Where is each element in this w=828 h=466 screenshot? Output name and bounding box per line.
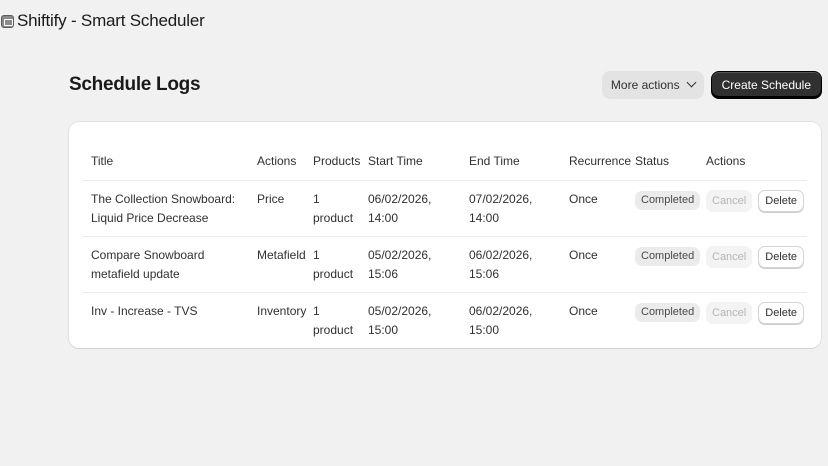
table-row: Compare Snowboard metafield update Metaf… — [82, 237, 807, 293]
header-end-time: End Time — [469, 153, 520, 168]
row-end-time: 06/02/2026, 15:00 — [469, 304, 533, 337]
row-actions: Cancel Delete — [697, 181, 807, 236]
row-title: Compare Snowboard metafield update — [91, 248, 205, 281]
row-actions: Cancel Delete — [697, 237, 807, 292]
delete-button[interactable]: Delete — [758, 246, 805, 268]
row-title: The Collection Snowboard: Liquid Price D… — [91, 192, 236, 225]
more-actions-label: More actions — [610, 77, 680, 92]
header-actions: More actions Create Schedule — [601, 70, 822, 99]
page-title: Schedule Logs — [69, 73, 201, 95]
delete-button[interactable]: Delete — [758, 302, 805, 324]
more-actions-button[interactable]: More actions — [601, 70, 704, 99]
status-badge: Completed — [635, 303, 701, 322]
row-end-time: 07/02/2026, 14:00 — [469, 192, 533, 225]
header-actions-type: Actions — [257, 153, 297, 168]
row-recurrence: Once — [569, 304, 598, 318]
table-row: The Collection Snowboard: Liquid Price D… — [82, 181, 807, 237]
cancel-button: Cancel — [706, 302, 753, 324]
chevron-down-icon — [686, 77, 697, 88]
row-status: Completed — [626, 181, 701, 236]
app-header: Shiftify - Smart Scheduler — [0, 8, 205, 34]
app-title: Shiftify - Smart Scheduler — [17, 11, 205, 30]
table-header-row: Title Actions Products Start Time End Ti… — [82, 142, 807, 181]
row-products: 1 product — [313, 248, 354, 281]
row-recurrence: Once — [569, 248, 598, 262]
row-products: 1 product — [313, 304, 354, 337]
row-actions: Cancel Delete — [697, 293, 807, 348]
header-products: Products — [313, 153, 361, 168]
schedule-logs-table: Title Actions Products Start Time End Ti… — [82, 142, 807, 348]
row-title: Inv - Increase - TVS — [91, 304, 198, 318]
header-row-actions: Actions — [706, 153, 746, 168]
row-action-type: Metafield — [257, 248, 306, 262]
header-title: Title — [91, 153, 114, 168]
schedule-logs-card: Title Actions Products Start Time End Ti… — [69, 122, 821, 348]
cancel-button: Cancel — [706, 190, 753, 212]
table-row: Inv - Increase - TVS Inventory 1 product… — [82, 293, 807, 348]
header-recurrence: Recurrence — [569, 153, 632, 168]
delete-button[interactable]: Delete — [758, 190, 805, 212]
row-status: Completed — [626, 293, 701, 348]
row-start-time: 05/02/2026, 15:00 — [368, 304, 432, 337]
row-start-time: 05/02/2026, 15:06 — [368, 248, 432, 281]
status-badge: Completed — [635, 247, 701, 266]
create-schedule-button[interactable]: Create Schedule — [710, 70, 822, 99]
row-action-type: Price — [257, 192, 285, 206]
row-start-time: 06/02/2026, 14:00 — [368, 192, 432, 225]
status-badge: Completed — [635, 191, 701, 210]
row-products: 1 product — [313, 192, 354, 225]
row-end-time: 06/02/2026, 15:06 — [469, 248, 533, 281]
cancel-button: Cancel — [706, 246, 753, 268]
row-recurrence: Once — [569, 192, 598, 206]
page-header: Schedule Logs More actions Create Schedu… — [69, 70, 822, 99]
app-logo-icon — [1, 14, 14, 28]
header-status: Status — [635, 153, 670, 168]
row-status: Completed — [626, 237, 701, 292]
header-start-time: Start Time — [368, 153, 423, 168]
row-action-type: Inventory — [257, 304, 307, 318]
